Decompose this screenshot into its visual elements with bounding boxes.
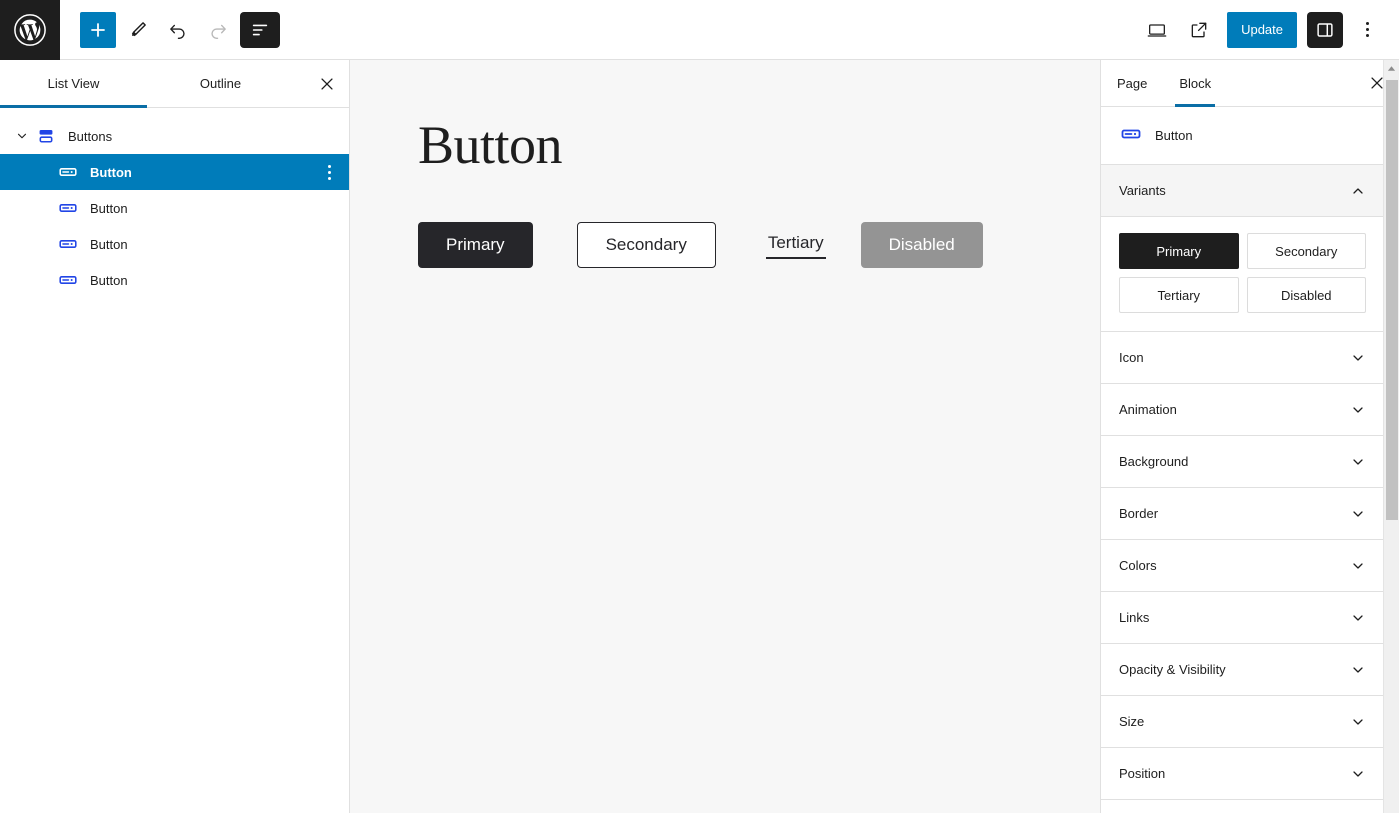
tab-block[interactable]: Block bbox=[1163, 60, 1227, 107]
chevron-down-icon[interactable] bbox=[1350, 714, 1366, 730]
panel-header-icon[interactable]: Icon bbox=[1101, 332, 1384, 384]
vertical-dots-icon[interactable] bbox=[1349, 12, 1385, 48]
panel-title: Animation bbox=[1119, 402, 1177, 417]
button-block-icon bbox=[56, 160, 80, 184]
chevron-down-icon[interactable] bbox=[1350, 662, 1366, 678]
panel-header-links[interactable]: Links bbox=[1101, 592, 1384, 644]
chevron-down-icon[interactable] bbox=[1350, 350, 1366, 366]
editor-canvas[interactable]: Button Primary Secondary Tertiary Disabl… bbox=[350, 60, 1100, 813]
dots-glyph bbox=[327, 164, 331, 180]
undo-arrow-icon[interactable] bbox=[160, 12, 196, 48]
panel-header-position[interactable]: Position bbox=[1101, 748, 1384, 800]
editor-window: Update List View Outline Buttons Button … bbox=[0, 0, 1399, 813]
panel-title: Background bbox=[1119, 454, 1189, 469]
update-button[interactable]: Update bbox=[1227, 11, 1297, 48]
buttons-block-row: Primary Secondary Tertiary Disabled bbox=[418, 222, 1100, 269]
tab-list-view[interactable]: List View bbox=[0, 60, 147, 108]
buttons-group-icon bbox=[34, 124, 58, 148]
canvas-button-primary[interactable]: Primary bbox=[418, 222, 533, 269]
sidebar-panel-icon[interactable] bbox=[1307, 11, 1343, 48]
tree-item-button-4[interactable]: Button bbox=[0, 262, 349, 298]
variant-tertiary-button[interactable]: Tertiary bbox=[1119, 277, 1239, 313]
settings-scrollbar[interactable] bbox=[1383, 60, 1399, 813]
chevron-down-icon[interactable] bbox=[1350, 402, 1366, 418]
panel-title: Colors bbox=[1119, 558, 1157, 573]
tree-item-button-3[interactable]: Button bbox=[0, 226, 349, 262]
tree-item-button-2[interactable]: Button bbox=[0, 190, 349, 226]
chevron-down-icon[interactable] bbox=[1350, 766, 1366, 782]
selected-block-name: Button bbox=[1155, 128, 1193, 143]
close-list-view-button[interactable] bbox=[305, 60, 349, 107]
button-block-icon bbox=[56, 196, 80, 220]
list-view-tabs: List View Outline bbox=[0, 60, 349, 108]
tab-outline[interactable]: Outline bbox=[147, 60, 294, 107]
desktop-icon[interactable] bbox=[1139, 12, 1175, 48]
panel-header-border[interactable]: Border bbox=[1101, 488, 1384, 540]
panel-header-background[interactable]: Background bbox=[1101, 436, 1384, 488]
panel-header-variants[interactable]: Variants bbox=[1101, 165, 1384, 217]
settings-tabs: Page Block bbox=[1101, 60, 1399, 107]
panel-header-opacity-visibility[interactable]: Opacity & Visibility bbox=[1101, 644, 1384, 696]
tree-item-label: Button bbox=[90, 236, 128, 252]
tree-item-label: Buttons bbox=[68, 128, 113, 144]
tab-page[interactable]: Page bbox=[1101, 60, 1163, 106]
button-block-icon bbox=[1119, 122, 1143, 149]
canvas-button-secondary[interactable]: Secondary bbox=[576, 222, 716, 269]
canvas-button-tertiary[interactable]: Tertiary bbox=[765, 231, 826, 260]
pencil-icon[interactable] bbox=[120, 12, 156, 48]
editor-body: List View Outline Buttons Button Button … bbox=[0, 60, 1399, 813]
variant-disabled-button[interactable]: Disabled bbox=[1246, 277, 1366, 313]
panel-title: Variants bbox=[1119, 183, 1166, 198]
chevron-down-icon[interactable] bbox=[1350, 558, 1366, 574]
add-block-button[interactable] bbox=[80, 11, 116, 48]
panel-header-colors[interactable]: Colors bbox=[1101, 540, 1384, 592]
chevron-down-icon[interactable] bbox=[1350, 454, 1366, 470]
selected-block-card: Button bbox=[1101, 107, 1384, 165]
block-tree: Buttons Button Button Button Button bbox=[0, 108, 349, 298]
list-view-panel: List View Outline Buttons Button Button … bbox=[0, 60, 350, 813]
panel-title: Size bbox=[1119, 714, 1145, 729]
panel-header-animation[interactable]: Animation bbox=[1101, 384, 1384, 436]
external-link-icon[interactable] bbox=[1181, 12, 1217, 48]
chevron-up-icon[interactable] bbox=[1350, 183, 1366, 199]
block-options-menu-icon[interactable] bbox=[319, 160, 339, 184]
button-block-icon bbox=[56, 232, 80, 256]
settings-sidebar: Page Block Button Variants Primary Secon… bbox=[1100, 60, 1399, 813]
scrollbar-up-arrow-icon[interactable] bbox=[1384, 60, 1399, 77]
tree-item-buttons-group[interactable]: Buttons bbox=[0, 118, 349, 154]
variants-grid: Primary Secondary Tertiary Disabled bbox=[1119, 233, 1366, 313]
panel-title: Position bbox=[1119, 766, 1166, 781]
button-block-icon bbox=[56, 268, 80, 292]
tree-item-label: Button bbox=[90, 200, 128, 216]
editor-toolbar: Update bbox=[0, 0, 1399, 60]
panel-title: Icon bbox=[1119, 350, 1144, 365]
page-title[interactable]: Button bbox=[418, 115, 1100, 175]
document-overview-icon[interactable] bbox=[240, 11, 280, 48]
panel-title: Links bbox=[1119, 610, 1150, 625]
canvas-content: Button Primary Secondary Tertiary Disabl… bbox=[350, 60, 1100, 269]
scrollbar-thumb[interactable] bbox=[1386, 80, 1398, 520]
tree-item-label: Button bbox=[90, 164, 132, 180]
chevron-down-icon[interactable] bbox=[1350, 506, 1366, 522]
tree-item-label: Button bbox=[90, 272, 128, 288]
redo-arrow-icon bbox=[200, 12, 236, 48]
panel-title: Opacity & Visibility bbox=[1119, 662, 1226, 677]
settings-scroll-area: Button Variants Primary Secondary Tertia… bbox=[1101, 107, 1384, 813]
toolbar-right-tools: Update bbox=[1139, 11, 1399, 48]
variants-panel-body: Primary Secondary Tertiary Disabled bbox=[1101, 217, 1384, 332]
tree-item-button-1[interactable]: Button bbox=[0, 154, 349, 190]
variant-secondary-button[interactable]: Secondary bbox=[1246, 233, 1366, 269]
variant-primary-button[interactable]: Primary bbox=[1119, 233, 1239, 269]
chevron-down-icon[interactable] bbox=[10, 129, 34, 143]
toolbar-left-tools bbox=[60, 11, 280, 48]
canvas-button-disabled[interactable]: Disabled bbox=[860, 222, 983, 269]
panel-header-size[interactable]: Size bbox=[1101, 696, 1384, 748]
dots-glyph bbox=[1365, 22, 1369, 37]
chevron-down-icon[interactable] bbox=[1350, 610, 1366, 626]
panel-title: Border bbox=[1119, 506, 1159, 521]
wordpress-logo-icon[interactable] bbox=[0, 0, 60, 60]
